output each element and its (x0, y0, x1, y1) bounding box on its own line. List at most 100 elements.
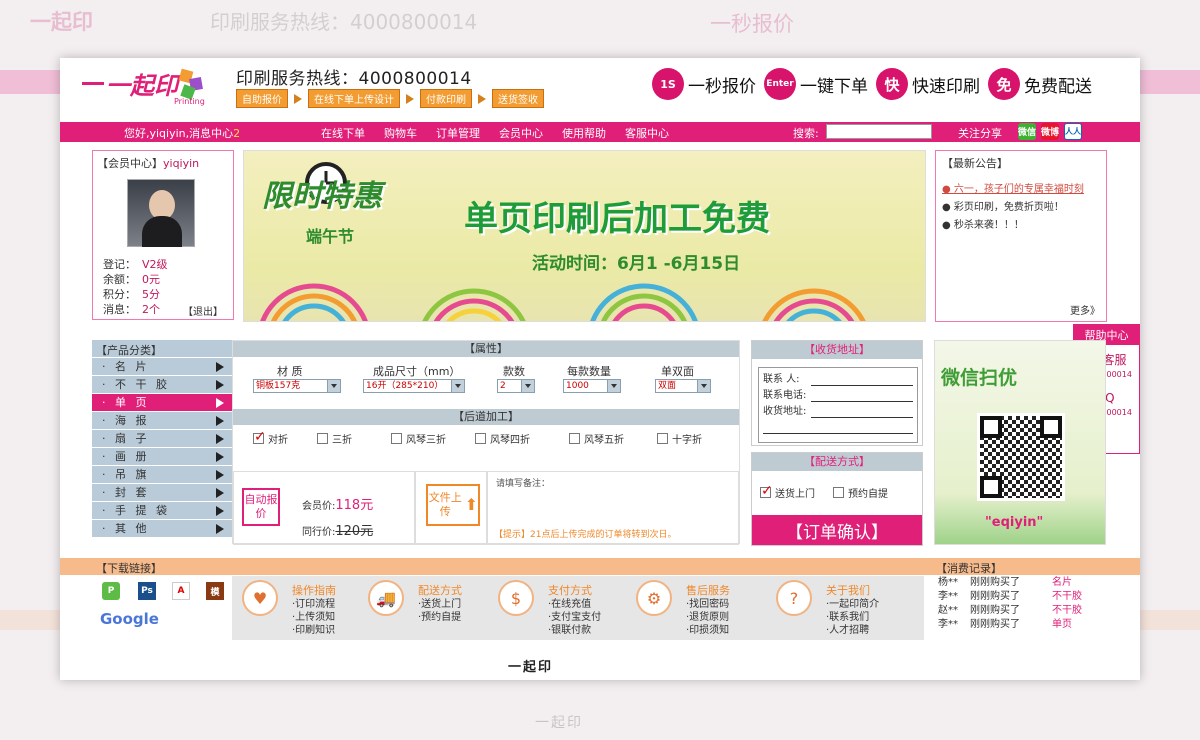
option-label: 风琴三折 (406, 435, 446, 446)
wechat-icon[interactable]: 微信 (1018, 123, 1036, 140)
step-delivery[interactable]: 送货签收 (492, 89, 544, 108)
site-logo[interactable]: 一起印 Printing (82, 64, 214, 106)
nav-member-center[interactable]: 会员中心 (499, 125, 543, 141)
record-product[interactable]: 不干胶 (1052, 590, 1082, 604)
nav-customer-service[interactable]: 客服中心 (625, 125, 669, 141)
help-link[interactable]: ·一起印简介 (826, 598, 879, 611)
size-select[interactable]: 16开（285*210） (363, 379, 465, 393)
accordion-three-option[interactable]: 风琴三折 (391, 431, 475, 446)
category-item-fan[interactable]: · 扇 子 (92, 429, 232, 447)
contact-name-field[interactable]: 联系 人: (763, 372, 913, 388)
cross-fold-option[interactable]: 十字折 (657, 431, 721, 446)
notice-list: ● 六一，孩子们的专属幸福时刻 ● 彩页印刷，免费折页啦！ ● 秒杀来袭！！！ (942, 181, 1084, 235)
category-item-envelope[interactable]: · 封 套 (92, 483, 232, 501)
accordion-five-option[interactable]: 风琴五折 (569, 431, 657, 446)
fold-half-option[interactable]: 对折 (253, 429, 317, 446)
nav-online-order[interactable]: 在线下单 (321, 125, 365, 141)
notice-item[interactable]: ● 秒杀来袭！！！ (942, 217, 1084, 235)
notice-item[interactable]: ● 彩页印刷，免费折页啦！ (942, 199, 1084, 217)
record-action: 刚刚购买了 (970, 591, 1020, 602)
nav-cart[interactable]: 购物车 (384, 125, 417, 141)
help-aftersales-title[interactable]: 售后服务 (686, 582, 730, 598)
file-upload-button[interactable]: 文件上传 ⬆ (426, 484, 480, 526)
category-item-other[interactable]: · 其 他 (92, 519, 232, 537)
help-link[interactable]: ·上传须知 (292, 611, 335, 624)
category-item-hanging-flag[interactable]: · 吊 旗 (92, 465, 232, 483)
fold-three-option[interactable]: 三折 (317, 431, 391, 446)
quantity-select[interactable]: 1000 (563, 379, 621, 393)
step-order-upload[interactable]: 在线下单上传设计 (308, 89, 400, 108)
help-link[interactable]: ·印损须知 (686, 624, 729, 637)
help-link[interactable]: ·退货原则 (686, 611, 729, 624)
contact-phone-field[interactable]: 联系电话: (763, 388, 913, 404)
banner-headline: 单页印刷后加工免费 (464, 199, 770, 239)
checkbox[interactable] (657, 433, 668, 444)
help-shipping-title[interactable]: 配送方式 (418, 582, 462, 598)
avatar[interactable] (127, 179, 195, 247)
record-product[interactable]: 单页 (1052, 618, 1072, 632)
self-pickup-option[interactable]: 预约自提 (833, 485, 888, 500)
record-product[interactable]: 名片 (1052, 576, 1072, 590)
step-quote[interactable]: 自助报价 (236, 89, 288, 108)
help-guide-title[interactable]: 操作指南 (292, 582, 336, 598)
help-payment-title[interactable]: 支付方式 (548, 582, 592, 598)
dropdown-icon (521, 380, 534, 392)
address-field[interactable]: 收货地址: (763, 404, 913, 420)
address-field-extra[interactable] (763, 420, 913, 436)
category-item-flyer[interactable]: · 单 页 (92, 393, 232, 411)
help-link[interactable]: ·银联付款 (548, 624, 601, 637)
help-link[interactable]: ·订印流程 (292, 598, 335, 611)
google-icon[interactable]: Google (100, 610, 159, 628)
record-product[interactable]: 不干胶 (1052, 604, 1082, 618)
help-link[interactable]: ·预约自提 (418, 611, 461, 624)
help-link[interactable]: ·找回密码 (686, 598, 729, 611)
acrobat-icon[interactable]: A (172, 582, 190, 600)
checkbox-checked[interactable] (760, 483, 773, 499)
category-item-brochure[interactable]: · 画 册 (92, 447, 232, 465)
checkbox[interactable] (569, 433, 580, 444)
remark-box[interactable]: 请填写备注： 【提示】21点后上传完成的订单将转到次日。 (487, 471, 739, 545)
checkbox[interactable] (317, 433, 328, 444)
help-about-title[interactable]: 关于我们 (826, 582, 870, 598)
member-title-text: 【会员中心】 (97, 157, 163, 170)
triangle-right-icon (216, 362, 224, 372)
help-link[interactable]: ·联系我们 (826, 611, 879, 624)
checkbox[interactable] (475, 433, 486, 444)
purchase-records: 杨** 刚刚购买了 名片 李** 刚刚购买了 不干胶 赵** 刚刚购买了 不干胶 李** 刚刚… (934, 576, 1106, 640)
material-select[interactable]: 铜板157克 (253, 379, 341, 393)
category-item-sticker[interactable]: · 不 干 胶 (92, 375, 232, 393)
auto-quote-button[interactable]: 自动报价 (242, 488, 280, 526)
search-input[interactable] (826, 124, 932, 139)
accordion-four-option[interactable]: 风琴四折 (475, 431, 569, 446)
nav-order-management[interactable]: 订单管理 (436, 125, 480, 141)
checkbox-checked[interactable] (253, 429, 266, 445)
checkbox[interactable] (391, 433, 402, 444)
shipping-panel: 【配送方式】 送货上门 预约自提 【订单确认】 (751, 452, 923, 546)
template-icon[interactable]: 模 (206, 582, 224, 600)
nav-help[interactable]: 使用帮助 (562, 125, 606, 141)
weibo-icon[interactable]: 微博 (1041, 123, 1059, 140)
renren-icon[interactable]: 人人 (1064, 123, 1082, 140)
notice-item[interactable]: ● 六一，孩子们的专属幸福时刻 (942, 181, 1084, 199)
logout-link[interactable]: 【退出】 (183, 303, 223, 318)
help-link[interactable]: ·在线充值 (548, 598, 601, 611)
help-link[interactable]: ·支付宝支付 (548, 611, 601, 624)
help-link[interactable]: ·印刷知识 (292, 624, 335, 637)
count-select[interactable]: 2 (497, 379, 535, 393)
download-app-icon[interactable]: P (102, 582, 120, 600)
more-link[interactable]: 更多》 (1070, 302, 1100, 317)
step-pay-print[interactable]: 付款印刷 (420, 89, 472, 108)
door-delivery-option[interactable]: 送货上门 (760, 483, 815, 500)
help-link[interactable]: ·人才招聘 (826, 624, 879, 637)
greeting[interactable]: 您好,yiqiyin,消息中心2 (124, 125, 240, 141)
help-link[interactable]: ·送货上门 (418, 598, 461, 611)
member-points: 积分： 5分 (103, 287, 168, 302)
category-item-business-card[interactable]: · 名 片 (92, 357, 232, 375)
sides-select[interactable]: 双面 (655, 379, 711, 393)
photoshop-icon[interactable]: Ps (138, 582, 156, 600)
checkbox[interactable] (833, 487, 844, 498)
category-item-poster[interactable]: · 海 报 (92, 411, 232, 429)
category-item-bag[interactable]: · 手 提 袋 (92, 501, 232, 519)
order-confirm-button[interactable]: 【订单确认】 (752, 515, 922, 545)
promo-banner[interactable]: 限时特惠 端午节 单页印刷后加工免费 活动时间：6月1 -6月15日 (243, 150, 926, 322)
